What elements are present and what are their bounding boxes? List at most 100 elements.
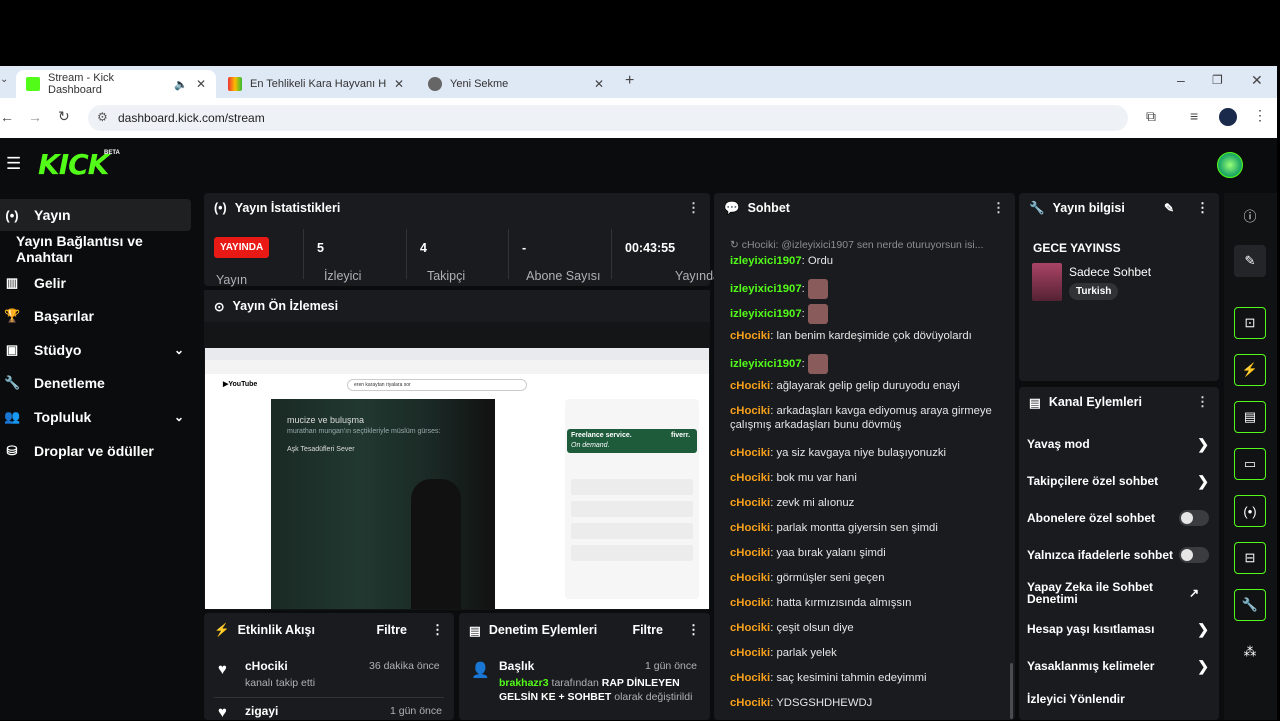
edit-pencil-icon[interactable]: ✎ [1164,201,1174,215]
nav-item-droplar[interactable]: ⛁ Droplar ve ödüller [0,435,200,467]
forward-icon[interactable]: → [28,109,42,125]
revenue-icon: ▥ [5,275,19,290]
nav-item-yayin[interactable]: (•) Yayın [0,199,191,231]
reload-icon[interactable]: ↻ [58,108,70,125]
action-account-age[interactable]: Hesap yaşı kısıtlaması ❯ [1019,620,1219,637]
close-tab-icon[interactable]: ✕ [394,77,404,91]
kick-logo[interactable]: KICK [38,148,109,181]
action-emotes-only[interactable]: Yalnızca ifadelerle sohbet [1019,547,1219,563]
site-info-icon[interactable]: ⚙ [97,110,108,124]
hamburger-menu-icon[interactable]: ☰ [6,154,21,174]
chat-username[interactable]: izleyixici1907 [730,358,802,370]
chat-username[interactable]: cHociki [730,497,770,509]
chat-username[interactable]: cHociki [730,330,770,342]
category-name[interactable]: Sadece Sohbet [1069,265,1151,279]
more-options-icon[interactable]: ⋮ [992,200,1005,216]
chat-username[interactable]: cHociki [730,380,770,392]
chat-username[interactable]: cHociki [730,547,770,559]
browser-tab-strip: ⌄ Stream - Kick Dashboard 🔈 ✕ En Tehlike… [0,66,1277,98]
action-followers-only[interactable]: Takipçilere özel sohbet ❯ [1019,473,1219,489]
back-icon[interactable]: ← [0,109,14,125]
channel-actions-icon[interactable]: ⊟ [1234,542,1266,574]
dots-cluster-icon[interactable]: ⁂ [1234,636,1266,668]
lightning-icon[interactable]: ⚡ [1234,354,1266,386]
chat-username[interactable]: cHociki [730,522,770,534]
window-close-icon[interactable]: ✕ [1251,72,1263,89]
new-tab-icon[interactable]: + [625,72,634,90]
stream-title: GECE YAYINSS [1033,241,1121,255]
live-badge: YAYINDA [214,237,270,258]
nav-item-topluluk[interactable]: 👥 Topluluk ⌄ [0,401,200,433]
action-banned-words[interactable]: Yasaklanmış kelimeler ❯ [1019,657,1219,674]
maximize-icon[interactable]: ❐ [1212,73,1223,87]
filter-button[interactable]: Filtre [376,623,407,637]
user-avatar[interactable] [1217,152,1243,178]
wrench-icon[interactable]: 🔧 [1234,589,1266,621]
nav-item-basarilar[interactable]: 🏆 Başarılar [0,300,200,332]
chevron-right-icon: ❯ [1197,620,1209,637]
category-thumbnail[interactable] [1032,263,1062,301]
action-slow-mode[interactable]: Yavaş mod ❯ [1019,435,1219,452]
info-icon[interactable]: ⓘ [1234,199,1266,231]
edit-pencil-icon[interactable]: ✎ [1234,245,1266,277]
chat-bubble-icon[interactable]: ▭ [1234,448,1266,480]
more-options-icon[interactable]: ⋮ [687,200,700,216]
chat-scrollbar[interactable] [1010,663,1013,719]
nav-item-studyo[interactable]: ▣ Stüdyo ⌄ [0,334,200,366]
chat-username[interactable]: cHociki [730,672,770,684]
url-bar[interactable]: ⚙ dashboard.kick.com/stream [88,105,1128,131]
filter-button[interactable]: Filtre [632,623,663,637]
nav-item-denetleme[interactable]: 🔧 Denetleme [0,367,200,399]
chat-username[interactable]: izleyixici1907 [730,255,802,267]
chat-text: saç kesimini tahmin edeyimmi [776,672,927,684]
chat-username[interactable]: cHociki [730,447,770,459]
chat-username[interactable]: cHociki [730,572,770,584]
chat-message: cHociki: ya siz kavgaya niye bulaşıyonuz… [730,446,1000,460]
preview-video[interactable]: ▶YouTube eren karaytan riyalara sor muci… [205,348,709,609]
profile-avatar[interactable] [1219,108,1237,126]
preview-toggle-icon[interactable]: ⊡ [1234,307,1266,339]
chat-username[interactable]: cHociki [730,405,770,417]
chat-username[interactable]: cHociki [730,472,770,484]
action-ai-moderation[interactable]: Yapay Zeka ile Sohbet Denetimi ↗ [1019,581,1209,605]
chat-username[interactable]: cHociki [730,647,770,659]
browser-tab-new[interactable]: Yeni Sekme ✕ [418,70,614,98]
action-subscribers-only[interactable]: Abonelere özel sohbet [1019,510,1219,526]
more-options-icon[interactable]: ⋮ [687,622,700,638]
nav-item-stream-key[interactable]: Yayın Bağlantısı ve Anahtarı [0,233,200,265]
emotes-only-toggle[interactable] [1179,547,1209,563]
document-icon[interactable]: ▤ [1234,401,1266,433]
tab-search-chevron-icon[interactable]: ⌄ [0,74,8,85]
action-label: Takipçilere özel sohbet [1027,474,1159,488]
chat-username[interactable]: cHociki [730,622,770,634]
browser-tab-kick[interactable]: Stream - Kick Dashboard 🔈 ✕ [16,70,216,98]
extensions-icon[interactable]: ⧉ [1146,108,1156,125]
media-control-icon[interactable]: ≡ [1190,108,1198,124]
action-redirect-viewers[interactable]: İzleyici Yönlendir [1019,692,1219,706]
broadcast-icon[interactable]: (•) [1234,495,1266,527]
chrome-menu-icon[interactable]: ⋮ [1253,107,1267,124]
more-options-icon[interactable]: ⋮ [1196,394,1209,410]
subscribers-only-toggle[interactable] [1179,510,1209,526]
chat-username[interactable]: cHociki [730,697,770,709]
nav-item-gelir[interactable]: ▥ Gelir [0,267,200,299]
activity-user[interactable]: cHociki [245,659,288,673]
chat-username[interactable]: cHociki [730,597,770,609]
close-tab-icon[interactable]: ✕ [196,77,206,91]
more-options-icon[interactable]: ⋮ [431,622,444,638]
chevron-right-icon: ❯ [1197,435,1209,452]
chat-username[interactable]: izleyixici1907 [730,283,802,295]
browser-tab-animal[interactable]: En Tehlikeli Kara Hayvanı Hangi ✕ [218,70,414,98]
close-tab-icon[interactable]: ✕ [594,77,604,91]
activity-user[interactable]: zigayi [245,704,278,718]
chevron-right-icon: ❯ [1197,657,1209,674]
activity-time: 36 dakika önce [369,660,440,672]
minimize-icon[interactable]: – [1177,72,1185,88]
speaker-icon[interactable]: 🔈 [174,78,188,91]
chat-username[interactable]: izleyixici1907 [730,308,802,320]
preview-video-frame: mucize ve buluşma murathan mungan'ın seç… [271,399,495,609]
more-options-icon[interactable]: ⋮ [1196,200,1209,216]
moderation-actor[interactable]: brakhazr3 [499,677,549,689]
chat-message: cHociki: YDSGSHDHEWDJ [730,696,1000,710]
action-label: Abonelere özel sohbet [1027,511,1156,525]
